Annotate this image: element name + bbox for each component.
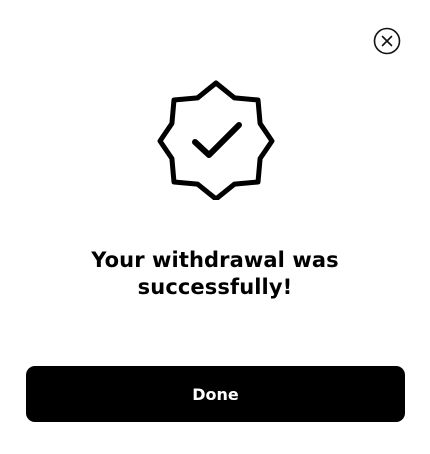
done-button[interactable]: Done: [26, 366, 405, 422]
verified-badge-icon: [157, 80, 275, 200]
close-button[interactable]: [373, 27, 401, 55]
close-icon: [373, 27, 401, 55]
success-message: Your withdrawal was successfully!: [91, 248, 339, 299]
success-dialog: Your withdrawal was successfully! Done: [0, 0, 430, 454]
